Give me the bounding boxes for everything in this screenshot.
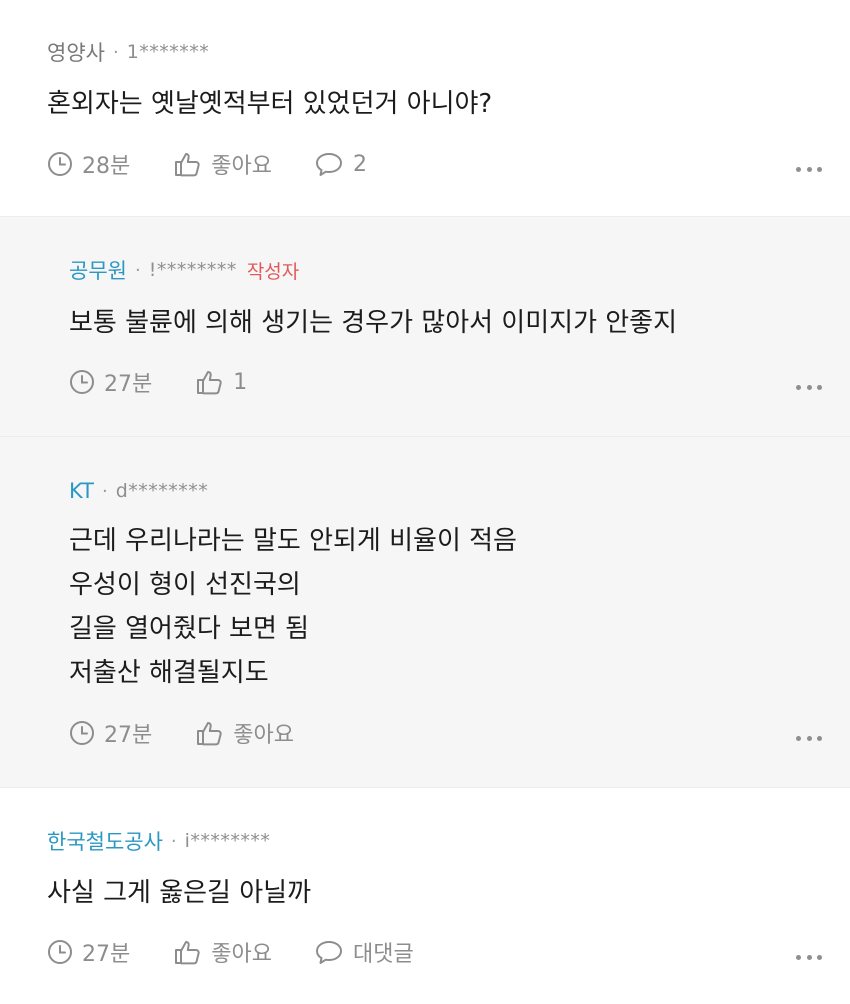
like-button[interactable]: 좋아요 (196, 717, 294, 749)
reply-item: KT · d******** 근데 우리나라는 말도 안되게 비율이 적음 우성… (0, 436, 850, 787)
like-button[interactable]: 1 (196, 369, 247, 395)
clock-icon (47, 939, 73, 965)
time-stamp: 28분 (47, 148, 130, 180)
reply-label: 대댓글 (352, 942, 414, 967)
user-id: 1******* (126, 41, 210, 63)
comment-actions: 27분 1 (69, 367, 247, 397)
speech-bubble-icon (314, 151, 344, 177)
reply-button[interactable]: 2 (314, 151, 367, 177)
thumbs-up-icon (196, 369, 224, 395)
like-button[interactable]: 좋아요 (174, 936, 272, 968)
like-button[interactable]: 좋아요 (174, 148, 272, 180)
time-stamp: 27분 (69, 717, 152, 749)
time-stamp: 27분 (47, 936, 130, 968)
more-dots-icon (796, 735, 801, 741)
meta-separator: · (112, 41, 119, 63)
thumbs-up-icon (174, 151, 202, 177)
user-id: i******** (184, 830, 271, 852)
thumbs-up-icon (174, 939, 202, 965)
like-label: 좋아요 (233, 723, 294, 748)
like-label: 좋아요 (211, 942, 272, 967)
writer-badge: 작성자 (246, 260, 300, 283)
meta-separator: · (134, 259, 141, 281)
reply-item: 공무원 · !******** 작성자 보통 불륜에 의해 생기는 경우가 많아… (0, 216, 850, 436)
comment-text: 사실 그게 옳은길 아닐까 (47, 878, 311, 908)
like-count: 1 (233, 369, 248, 395)
comment-actions: 27분 좋아요 (69, 718, 294, 748)
speech-bubble-icon (314, 939, 344, 965)
time-label: 27분 (104, 372, 153, 397)
author-name[interactable]: 공무원 (69, 255, 127, 285)
time-stamp: 27분 (69, 366, 152, 398)
comment-meta: 영양사 · 1******* (47, 39, 209, 65)
author-name[interactable]: KT (69, 479, 94, 503)
like-label: 좋아요 (211, 154, 272, 179)
comment-item: 영양사 · 1******* 혼외자는 옛날옛적부터 있었던거 아니야? 28분… (0, 0, 850, 216)
clock-icon (69, 720, 95, 746)
time-label: 27분 (104, 723, 153, 748)
user-id: !******** (148, 259, 237, 281)
meta-separator: · (101, 480, 108, 502)
comment-meta: KT · d******** (69, 478, 208, 504)
comment-meta: 공무원 · !******** 작성자 (69, 257, 299, 283)
reply-button[interactable]: 대댓글 (314, 936, 414, 968)
thumbs-up-icon (196, 720, 224, 746)
comment-item: 한국철도공사 · i******** 사실 그게 옳은길 아닐까 27분 좋아요… (0, 787, 850, 1004)
comment-meta: 한국철도공사 · i******** (47, 828, 270, 854)
author-name[interactable]: 영양사 (47, 37, 105, 67)
more-dots-icon (796, 166, 801, 172)
time-label: 28분 (82, 154, 131, 179)
comment-actions: 28분 좋아요 2 (47, 149, 367, 179)
user-id: d******** (115, 480, 209, 502)
more-options-button[interactable] (796, 953, 822, 961)
more-options-button[interactable] (796, 383, 822, 391)
comment-text: 보통 불륜에 의해 생기는 경우가 많아서 이미지가 안좋지 (69, 308, 678, 338)
comment-text: 근데 우리나라는 말도 안되게 비율이 적음 우성이 형이 선진국의 길을 열어… (69, 526, 517, 688)
more-options-button[interactable] (796, 734, 822, 742)
meta-separator: · (170, 830, 177, 852)
author-name[interactable]: 한국철도공사 (47, 826, 163, 856)
more-options-button[interactable] (796, 165, 822, 173)
time-label: 27분 (82, 942, 131, 967)
clock-icon (47, 151, 73, 177)
clock-icon (69, 369, 95, 395)
more-dots-icon (796, 384, 801, 390)
reply-count: 2 (352, 151, 367, 177)
more-dots-icon (796, 954, 801, 960)
comment-text: 혼외자는 옛날옛적부터 있었던거 아니야? (47, 89, 493, 119)
comment-actions: 27분 좋아요 대댓글 (47, 937, 414, 967)
